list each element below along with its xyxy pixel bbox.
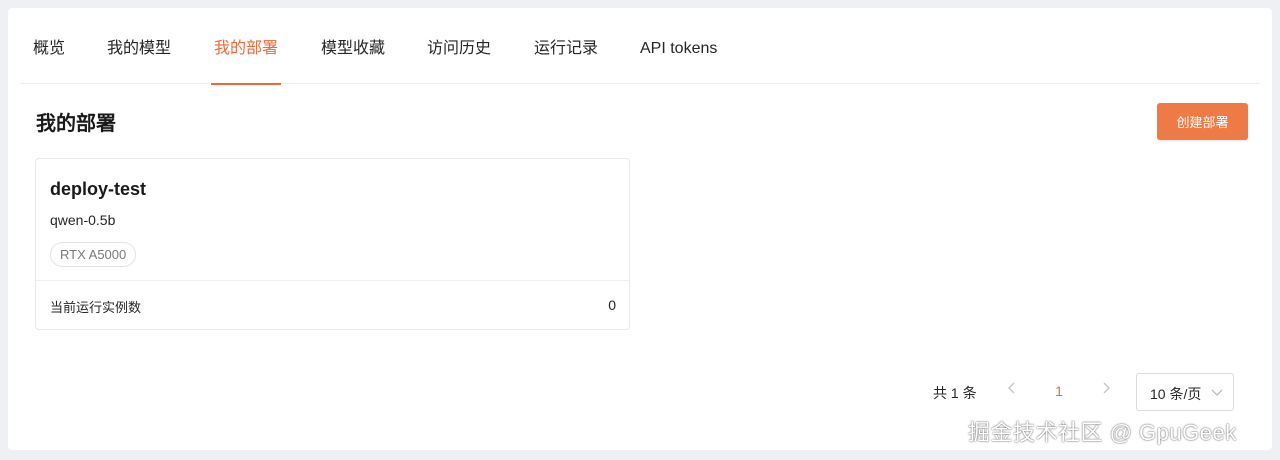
page-title: 我的部署	[36, 113, 116, 135]
page-number-current[interactable]: 1	[1048, 381, 1070, 403]
gpu-tag: RTX A5000	[50, 242, 137, 267]
watermark: 掘金技术社区 @ GpuGeek	[968, 420, 1237, 445]
chevron-right-icon[interactable]	[1095, 381, 1117, 403]
tab-my-deployments[interactable]: 我的部署	[210, 40, 282, 85]
deployment-name[interactable]: deploy-test	[50, 179, 146, 200]
deployment-card[interactable]: deploy-test qwen-0.5b RTX A5000 当前运行实例数 …	[35, 158, 630, 330]
tab-bar: 概览 我的模型 我的部署 模型收藏 访问历史 运行记录 API tokens	[20, 32, 1260, 85]
tab-visit-history[interactable]: 访问历史	[427, 40, 491, 84]
card-divider	[36, 280, 629, 281]
total-count: 共 1 条	[933, 385, 977, 401]
tab-my-models[interactable]: 我的模型	[107, 40, 171, 84]
main-panel: 概览 我的模型 我的部署 模型收藏 访问历史 运行记录 API tokens 我…	[8, 8, 1272, 450]
tab-overview[interactable]: 概览	[33, 40, 65, 84]
instances-count: 0	[608, 297, 616, 313]
tab-api-tokens[interactable]: API tokens	[640, 40, 717, 84]
tab-run-records[interactable]: 运行记录	[534, 40, 598, 84]
page-size-select[interactable]: 10 条/页	[1136, 373, 1234, 411]
chevron-down-icon	[1211, 389, 1223, 396]
create-deployment-button[interactable]: 创建部署	[1157, 103, 1248, 140]
deployment-model: qwen-0.5b	[50, 212, 116, 228]
chevron-left-icon[interactable]	[1001, 381, 1023, 403]
instances-label: 当前运行实例数	[50, 300, 142, 315]
tab-model-favorites[interactable]: 模型收藏	[321, 40, 385, 84]
page-size-label: 10 条/页	[1150, 386, 1202, 402]
